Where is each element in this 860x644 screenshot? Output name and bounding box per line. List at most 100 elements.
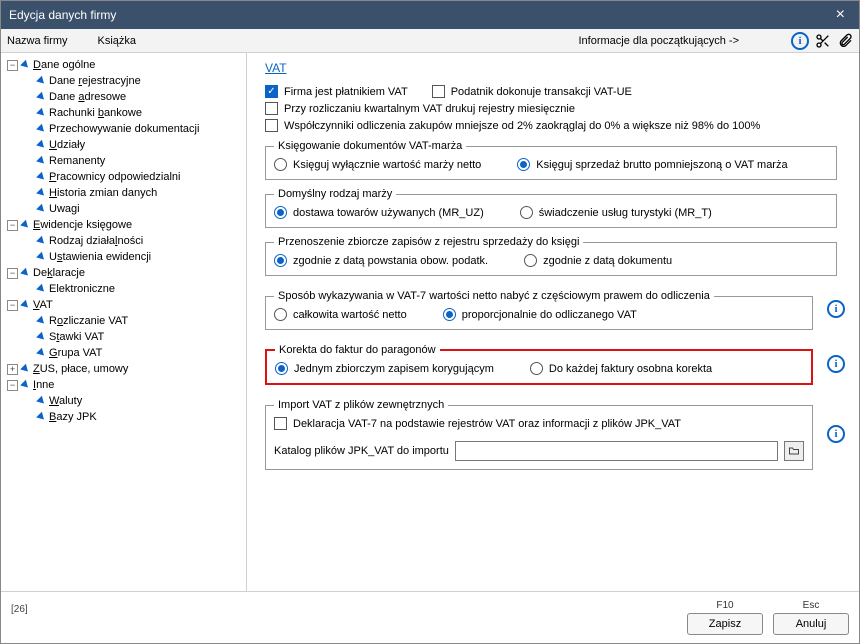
tree-node-dane-ogolne[interactable]: − DDane ogólneane ogólne — [5, 57, 244, 73]
menu-company[interactable]: Nazwa firmy — [7, 35, 68, 47]
browse-button[interactable] — [784, 441, 804, 461]
nav-tree[interactable]: − DDane ogólneane ogólne Dane rejestracy… — [1, 53, 247, 591]
group-legend: Import VAT z plików zewnętrznych — [274, 399, 448, 411]
tree-node-stawki-vat[interactable]: Stawki VAT — [21, 329, 244, 345]
tree-node-dane-rejestracyjne[interactable]: Dane rejestracyjne — [21, 73, 244, 89]
save-button[interactable]: Zapisz — [687, 613, 763, 635]
radio-icon — [274, 206, 287, 219]
tree-node-historia[interactable]: Historia zmian danych — [21, 185, 244, 201]
radio-label: Do każdej faktury osobna korekta — [549, 363, 712, 375]
radio-marza-netto[interactable]: Księguj wyłącznie wartość marży netto — [274, 158, 481, 171]
checkbox-vat-payer[interactable]: Firma jest płatnikiem VAT — [265, 85, 408, 98]
checkbox-icon — [432, 85, 445, 98]
tree-arrow-icon — [36, 188, 47, 199]
tree-arrow-icon — [20, 220, 31, 231]
tree-node-elektroniczne[interactable]: Elektroniczne — [21, 281, 244, 297]
radio-icon — [520, 206, 533, 219]
group-legend: Korekta do faktur do paragonów — [275, 344, 440, 356]
tree-node-remanenty[interactable]: Remanenty — [21, 153, 244, 169]
group-przenoszenie: Przenoszenie zbiorcze zapisów z rejestru… — [265, 236, 837, 276]
group-korekta: Korekta do faktur do paragonów Jednym zb… — [265, 344, 813, 385]
radio-korekta-zbiorcza[interactable]: Jednym zbiorczym zapisem korygującym — [275, 362, 494, 375]
radio-label: Księguj wyłącznie wartość marży netto — [293, 159, 481, 171]
close-icon[interactable]: × — [830, 6, 851, 24]
tree-arrow-icon — [36, 412, 47, 423]
tree-arrow-icon — [36, 140, 47, 151]
tree-node-ustawienia-ewidencji[interactable]: Ustawienia ewidencji — [21, 249, 244, 265]
tree-node-zus[interactable]: +ZUS, płace, umowy — [5, 361, 244, 377]
key-hint-save: F10 — [716, 600, 733, 611]
tree-arrow-icon — [20, 380, 31, 391]
page-heading: VAT — [265, 61, 845, 75]
tree-node-pracownicy[interactable]: Pracownicy odpowiedzialni — [21, 169, 244, 185]
scissors-icon[interactable] — [815, 33, 831, 49]
content-panel: VAT Firma jest płatnikiem VAT Podatnik d… — [247, 53, 859, 591]
checkbox-label: Deklaracja VAT-7 na podstawie rejestrów … — [293, 418, 681, 430]
titlebar: Edycja danych firmy × — [1, 1, 859, 29]
checkbox-label: Podatnik dokonuje transakcji VAT-UE — [451, 86, 632, 98]
checkbox-import-vat7[interactable]: Deklaracja VAT-7 na podstawie rejestrów … — [274, 417, 681, 430]
tree-arrow-icon — [36, 156, 47, 167]
radio-vat7-proporcjonalnie[interactable]: proporcjonalnie do odliczanego VAT — [443, 308, 637, 321]
paperclip-icon[interactable] — [837, 33, 853, 49]
checkbox-label: Firma jest płatnikiem VAT — [284, 86, 408, 98]
tree-arrow-icon — [36, 108, 47, 119]
group-rodzaj-marzy: Domyślny rodzaj marży dostawa towarów uż… — [265, 188, 837, 228]
checkbox-icon — [274, 417, 287, 430]
group-legend: Księgowanie dokumentów VAT-marża — [274, 140, 466, 152]
tree-arrow-icon — [36, 92, 47, 103]
tree-arrow-icon — [36, 172, 47, 183]
radio-mr-t[interactable]: świadczenie usług turystyki (MR_T) — [520, 206, 712, 219]
checkbox-icon — [265, 102, 278, 115]
radio-vat7-calkowita[interactable]: całkowita wartość netto — [274, 308, 407, 321]
tree-node-udzialy[interactable]: Udziały — [21, 137, 244, 153]
radio-label: całkowita wartość netto — [293, 309, 407, 321]
checkbox-quarterly[interactable]: Przy rozliczaniu kwartalnym VAT drukuj r… — [265, 102, 575, 115]
radio-icon — [275, 362, 288, 375]
tree-node-inne[interactable]: −Inne — [5, 377, 244, 393]
tree-node-rozliczanie-vat[interactable]: Rozliczanie VAT — [21, 313, 244, 329]
radio-korekta-osobna[interactable]: Do każdej faktury osobna korekta — [530, 362, 712, 375]
tree-node-uwagi[interactable]: Uwagi — [21, 201, 244, 217]
tree-arrow-icon — [36, 76, 47, 87]
radio-mr-uz[interactable]: dostawa towarów używanych (MR_UZ) — [274, 206, 484, 219]
tree-node-rodzaj-dzialalnosci[interactable]: Rodzaj działalności — [21, 233, 244, 249]
radio-icon — [443, 308, 456, 321]
tree-node-grupa-vat[interactable]: Grupa VAT — [21, 345, 244, 361]
cancel-button[interactable]: Anuluj — [773, 613, 849, 635]
radio-icon — [274, 308, 287, 321]
radio-marza-brutto[interactable]: Księguj sprzedaż brutto pomniejszoną o V… — [517, 158, 787, 171]
group-legend: Sposób wykazywania w VAT-7 wartości nett… — [274, 290, 714, 302]
tree-node-ewidencje[interactable]: −Ewidencje księgowe — [5, 217, 244, 233]
tree-node-waluty[interactable]: Waluty — [21, 393, 244, 409]
tree-node-bazy-jpk[interactable]: Bazy JPK — [21, 409, 244, 425]
group-legend: Przenoszenie zbiorcze zapisów z rejestru… — [274, 236, 583, 248]
radio-przen-data-obow[interactable]: zgodnie z datą powstania obow. podatk. — [274, 254, 488, 267]
checkbox-vat-ue[interactable]: Podatnik dokonuje transakcji VAT-UE — [432, 85, 632, 98]
radio-label: proporcjonalnie do odliczanego VAT — [462, 309, 637, 321]
tree-arrow-icon — [36, 236, 47, 247]
radio-label: Księguj sprzedaż brutto pomniejszoną o V… — [536, 159, 787, 171]
checkbox-label: Współczynniki odliczenia zakupów mniejsz… — [284, 120, 760, 132]
import-path-input[interactable] — [455, 441, 778, 461]
tree-node-rachunki-bankowe[interactable]: Rachunki bankowe — [21, 105, 244, 121]
menu-book[interactable]: Książka — [98, 35, 137, 47]
tree-arrow-icon — [36, 316, 47, 327]
tree-node-dane-adresowe[interactable]: Dane adresowe — [21, 89, 244, 105]
info-icon[interactable]: i — [827, 355, 845, 373]
group-marza: Księgowanie dokumentów VAT-marża Księguj… — [265, 140, 837, 180]
radio-przen-data-dok[interactable]: zgodnie z datą dokumentu — [524, 254, 672, 267]
tree-node-przechowywanie[interactable]: Przechowywanie dokumentacji — [21, 121, 244, 137]
menu-beginners-link[interactable]: Informacje dla początkujących -> — [579, 35, 740, 47]
info-icon[interactable]: i — [791, 32, 809, 50]
checkbox-label: Przy rozliczaniu kwartalnym VAT drukuj r… — [284, 103, 575, 115]
tree-node-vat[interactable]: −VAT — [5, 297, 244, 313]
info-icon[interactable]: i — [827, 300, 845, 318]
tree-arrow-icon — [36, 124, 47, 135]
tree-arrow-icon — [20, 300, 31, 311]
window-title: Edycja danych firmy — [9, 8, 116, 22]
info-icon[interactable]: i — [827, 425, 845, 443]
tree-arrow-icon — [36, 252, 47, 263]
checkbox-coefficient-round[interactable]: Współczynniki odliczenia zakupów mniejsz… — [265, 119, 760, 132]
tree-node-deklaracje[interactable]: −Deklaracje — [5, 265, 244, 281]
